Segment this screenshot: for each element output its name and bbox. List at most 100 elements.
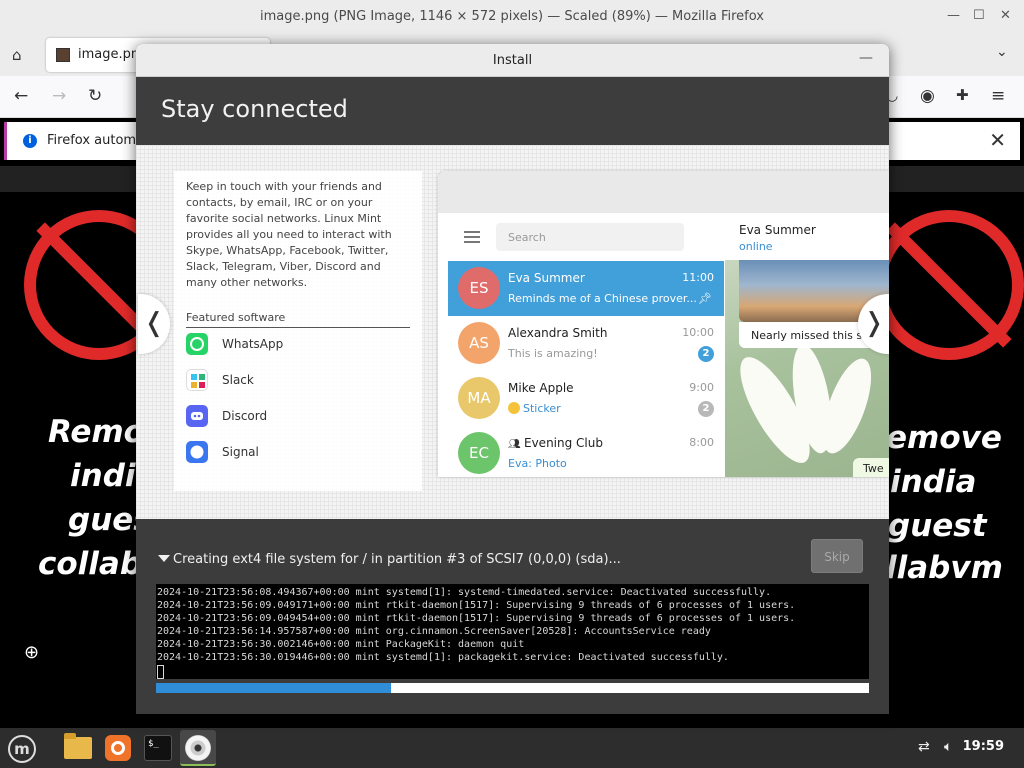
no-sign-right-icon — [874, 210, 1024, 360]
chat-time: 11:00 — [682, 271, 714, 284]
install-progress-fill — [156, 683, 392, 693]
zoom-in-icon[interactable]: ⊕ — [24, 642, 44, 663]
firefox-titlebar: image.png (PNG Image, 1146 × 572 pixels)… — [0, 0, 1024, 34]
previous-slide-button[interactable]: ❬ — [138, 294, 170, 354]
progress-status[interactable]: Creating ext4 file system for / in parti… — [158, 552, 621, 567]
image-text-right-2: india — [890, 464, 977, 500]
discord-icon — [186, 405, 208, 427]
group-icon: 👥︎ — [508, 439, 521, 450]
install-log-terminal[interactable]: 2024-10-21T23:56:08.494367+00:00 mint sy… — [156, 584, 869, 679]
install-progress-bar — [156, 683, 869, 693]
telegram-conversation: Eva Summer online Nearly missed this s T… — [725, 213, 889, 477]
menu-icon[interactable]: ≡ — [991, 86, 1005, 106]
chat-preview: This is amazing! — [508, 347, 598, 360]
telegram-titlebar — [438, 171, 889, 213]
log-line: 2024-10-21T23:56:14.957587+00:00 mint or… — [157, 626, 711, 637]
signal-icon — [186, 441, 208, 463]
chat-time: 9:00 — [689, 381, 714, 394]
chat-name-text: Evening Club — [524, 436, 603, 450]
minimize-icon[interactable]: — — [947, 8, 960, 23]
chat-time: 8:00 — [689, 436, 714, 449]
dialog-titlebar[interactable]: Install — — [136, 44, 889, 77]
chat-item: EC 👥︎ Evening Club 8:00 Eva: Photo — [448, 426, 724, 477]
message-bubble: Twe — [853, 458, 889, 477]
image-text-left-1: Remo — [48, 414, 145, 450]
image-text-right-1: emove — [886, 420, 1002, 456]
account-icon[interactable]: ◉ — [920, 86, 935, 106]
folder-icon — [64, 733, 92, 759]
unread-badge: 2 — [698, 346, 714, 362]
contact-status: online — [739, 240, 773, 253]
info-icon: i — [23, 134, 37, 148]
chat-name: 👥︎ Evening Club — [508, 436, 603, 450]
chat-name: Alexandra Smith — [508, 326, 608, 340]
telegram-screenshot: Search ES Eva Summer 11:00 Reminds me of… — [438, 171, 889, 477]
volume-icon[interactable]: 🔈︎ — [944, 739, 952, 755]
tab-favicon-icon — [56, 48, 70, 62]
software-label: Slack — [222, 373, 254, 387]
reload-icon[interactable]: ↻ — [88, 86, 102, 106]
maximize-icon[interactable]: ☐ — [973, 8, 985, 23]
avatar: MA — [458, 377, 500, 419]
avatar: EC — [458, 432, 500, 474]
chat-preview-text: Sticker — [523, 402, 561, 415]
clock[interactable]: 19:59 — [963, 739, 1004, 754]
notification-text: Firefox automa — [47, 133, 145, 148]
software-label: Discord — [222, 409, 268, 423]
conversation-header: Eva Summer online — [725, 213, 889, 260]
chat-item: MA Mike Apple 9:00 Sticker 2 — [448, 371, 724, 426]
hamburger-icon — [464, 231, 480, 243]
chat-wallpaper: Nearly missed this s Twe — [725, 260, 889, 477]
chevron-left-icon: ❬ — [143, 308, 165, 338]
install-progress-area: Creating ext4 file system for / in parti… — [136, 519, 889, 714]
telegram-search: Search — [496, 223, 684, 251]
chat-item: AS Alexandra Smith 10:00 This is amazing… — [448, 316, 724, 371]
taskbar-files[interactable] — [60, 730, 96, 766]
network-icon[interactable]: ⇄ — [918, 739, 930, 755]
skip-button[interactable]: Skip — [811, 539, 863, 573]
dialog-title: Install — [492, 53, 533, 68]
whatsapp-icon — [186, 333, 208, 355]
unread-badge: 2 — [698, 401, 714, 417]
log-line: 2024-10-21T23:56:30.002146+00:00 mint Pa… — [157, 639, 525, 650]
dialog-header: Stay connected — [136, 77, 889, 145]
disc-icon — [185, 735, 211, 761]
pin-icon: 📌︎ — [698, 292, 712, 305]
image-text-right-4: llabvm — [886, 550, 1003, 586]
dialog-minimize-icon[interactable]: — — [859, 50, 873, 66]
forward-icon[interactable]: → — [52, 86, 66, 106]
slack-icon — [186, 369, 208, 391]
chat-name: Mike Apple — [508, 381, 574, 395]
software-label: Signal — [222, 445, 259, 459]
close-notification-icon[interactable]: ✕ — [989, 128, 1006, 152]
tab-overview-icon[interactable]: ⌂ — [12, 46, 22, 64]
slide-description: Keep in touch with your friends and cont… — [186, 180, 392, 289]
chat-name: Eva Summer — [508, 271, 585, 285]
close-window-icon[interactable]: ✕ — [1000, 8, 1011, 23]
extensions-icon[interactable]: ✚ — [956, 86, 969, 104]
taskbar: m $_ ⇄ 🔈︎ 19:59 — [0, 728, 1024, 768]
taskbar-firefox[interactable] — [100, 730, 136, 766]
image-text-left-2: indi — [70, 458, 136, 494]
chevron-right-icon: ❭ — [863, 308, 885, 338]
log-line: 2024-10-21T23:56:09.049171+00:00 mint rt… — [157, 600, 796, 611]
terminal-cursor — [157, 665, 164, 679]
software-label: WhatsApp — [222, 337, 284, 351]
slide-heading: Stay connected — [161, 95, 348, 123]
log-line: 2024-10-21T23:56:08.494367+00:00 mint sy… — [157, 587, 772, 598]
chat-preview: Sticker — [508, 402, 561, 415]
log-line: 2024-10-21T23:56:09.049454+00:00 mint rt… — [157, 613, 796, 624]
chat-preview: Eva: Photo — [508, 457, 567, 470]
slideshow: Keep in touch with your friends and cont… — [136, 145, 889, 519]
chat-preview: Reminds me of a Chinese prover... — [508, 292, 697, 305]
image-text-right-3: guest — [888, 508, 987, 544]
image-text-left-4: collab — [38, 546, 143, 582]
avatar: ES — [458, 267, 500, 309]
taskbar-terminal[interactable]: $_ — [140, 730, 176, 766]
contact-name: Eva Summer — [739, 223, 816, 237]
mint-menu-icon[interactable]: m — [8, 735, 36, 763]
back-icon[interactable]: ← — [14, 86, 28, 106]
list-tabs-icon[interactable]: ⌄ — [996, 44, 1008, 60]
slide-text-card: Keep in touch with your friends and cont… — [174, 171, 422, 491]
taskbar-installer[interactable] — [180, 730, 216, 766]
